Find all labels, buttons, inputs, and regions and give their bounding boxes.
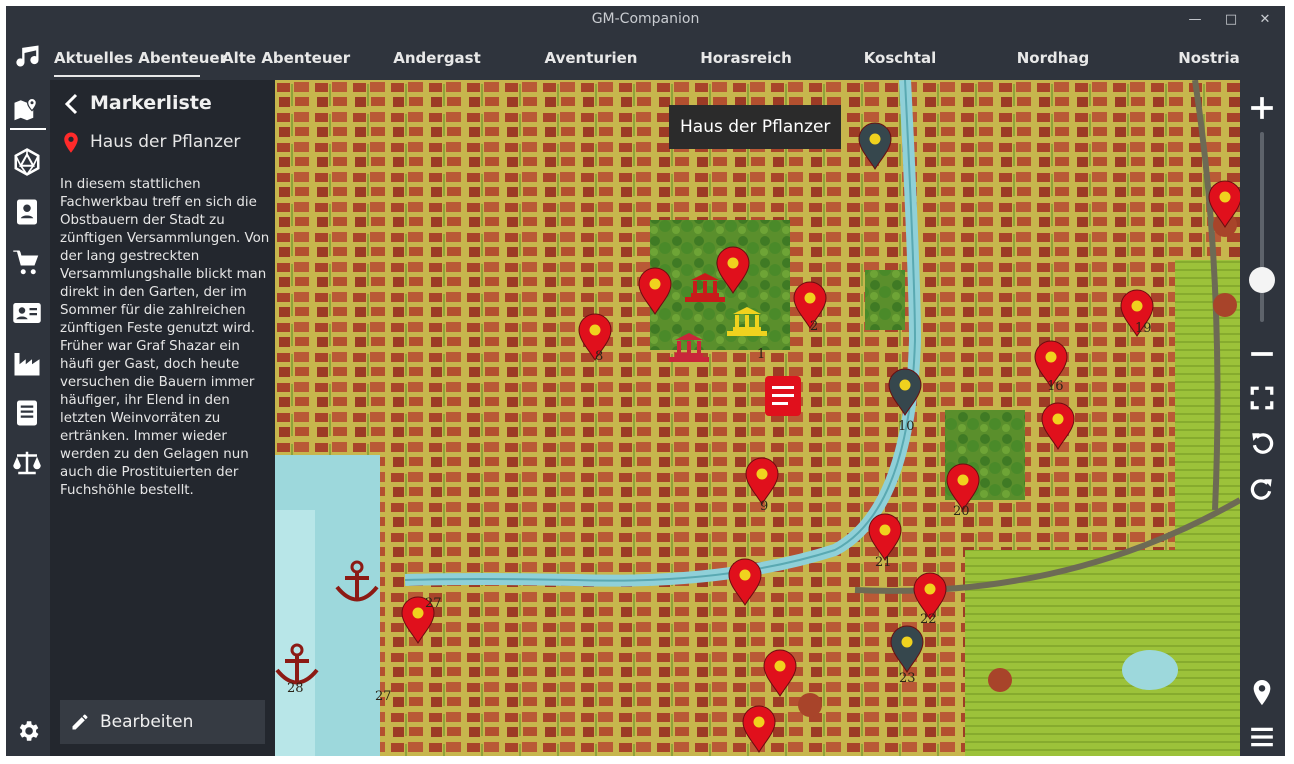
map-marker-dot <box>649 278 661 290</box>
map-marker-dot <box>957 474 969 486</box>
map-marker-dot <box>774 660 786 672</box>
town-map-image[interactable]: 8 2 19 16 10 9 20 21 22 23 27 27 28 1 <box>275 80 1240 756</box>
rotate-right-icon[interactable] <box>1249 476 1275 502</box>
tab-nostria[interactable]: Nostria <box>1174 33 1244 80</box>
map-label: 23 <box>899 671 916 686</box>
map-marker-dot <box>412 607 424 619</box>
tool-sidebar <box>6 80 50 756</box>
campaign-tab-bar: Aktuelles Abenteuer Alte Abenteuer Ander… <box>6 33 1285 80</box>
zoom-slider-track[interactable] <box>1260 132 1264 322</box>
document-marker[interactable] <box>765 376 801 416</box>
tab-horasreich[interactable]: Horasreich <box>696 33 796 80</box>
add-marker-icon[interactable] <box>1249 680 1275 706</box>
map-label: 8 <box>595 349 603 364</box>
map-label: 21 <box>875 555 892 570</box>
active-tool-indicator <box>10 128 46 130</box>
app-window: GM-Companion — □ ✕ Aktuelles Abenteuer A… <box>6 6 1285 756</box>
music-icon[interactable] <box>14 42 42 70</box>
map-label: 2 <box>810 319 818 334</box>
map-marker-dot <box>753 716 765 728</box>
tab-koschtal[interactable]: Koschtal <box>858 33 942 80</box>
map-marker-dot <box>1052 413 1064 425</box>
map-label: 27 <box>425 596 442 611</box>
contact-card-icon[interactable] <box>12 298 42 328</box>
marker-list-title: Markerliste <box>90 92 212 114</box>
map-marker-dot <box>924 583 936 595</box>
map-marker-dot <box>756 468 768 480</box>
selected-marker-name[interactable]: Haus der Pflanzer <box>90 132 240 152</box>
map-marker-dot <box>901 636 913 648</box>
map-marker-dot <box>899 379 911 391</box>
shop-icon[interactable] <box>12 248 42 278</box>
book-icon[interactable] <box>12 398 42 428</box>
tab-andergast[interactable]: Andergast <box>388 33 486 80</box>
map-marker-dot <box>589 324 601 336</box>
tab-aventurien[interactable]: Aventurien <box>540 33 642 80</box>
map-view[interactable]: 8 2 19 16 10 9 20 21 22 23 27 27 28 1 Ha… <box>275 80 1240 756</box>
tab-alte-abenteuer[interactable]: Alte Abenteuer <box>222 33 350 80</box>
map-label: 22 <box>920 612 937 627</box>
close-button[interactable]: ✕ <box>1250 6 1280 33</box>
map-label: 9 <box>760 499 768 514</box>
map-label: 27 <box>375 689 392 704</box>
map-pin-icon <box>64 132 78 153</box>
minimize-button[interactable]: — <box>1180 6 1210 33</box>
edit-button-label: Bearbeiten <box>100 712 194 732</box>
menu-icon[interactable] <box>1249 724 1275 750</box>
back-arrow-icon[interactable] <box>60 90 84 118</box>
zoom-out-icon[interactable] <box>1249 341 1275 367</box>
map-label: 16 <box>1047 379 1064 394</box>
window-title: GM-Companion <box>591 11 700 27</box>
zoom-slider-handle[interactable] <box>1249 267 1275 293</box>
map-icon[interactable] <box>12 94 42 124</box>
map-marker-dot <box>1131 300 1143 312</box>
fit-screen-icon[interactable] <box>1249 385 1275 411</box>
title-bar: GM-Companion — □ ✕ <box>6 6 1285 33</box>
map-marker-dot <box>1045 351 1057 363</box>
map-label: 10 <box>898 419 915 434</box>
map-marker-dot <box>879 524 891 536</box>
marker-panel: Markerliste Haus der Pflanzer In diesem … <box>50 80 275 756</box>
character-icon[interactable] <box>12 197 42 227</box>
zoom-in-icon[interactable] <box>1249 95 1275 121</box>
dice-icon[interactable] <box>12 147 42 177</box>
map-label: 20 <box>953 504 970 519</box>
map-marker-dot <box>1219 191 1231 203</box>
edit-button[interactable]: Bearbeiten <box>60 700 265 744</box>
pencil-icon <box>72 714 88 730</box>
map-marker-dot <box>804 292 816 304</box>
map-marker-dot <box>869 133 881 145</box>
map-label: 1 <box>757 347 765 362</box>
map-controls <box>1240 80 1285 756</box>
marker-tooltip: Haus der Pflanzer <box>669 105 842 149</box>
rotate-left-icon[interactable] <box>1249 430 1275 456</box>
map-marker-dot <box>727 257 739 269</box>
tab-aktuelles-abenteuer[interactable]: Aktuelles Abenteuer <box>54 33 227 80</box>
maximize-button[interactable]: □ <box>1216 6 1246 33</box>
map-label: 19 <box>1135 321 1152 336</box>
settings-icon[interactable] <box>15 718 41 744</box>
balance-scale-icon[interactable] <box>12 448 42 478</box>
map-label: 28 <box>287 681 304 696</box>
factory-icon[interactable] <box>12 348 42 378</box>
marker-description: In diesem stattlichen Fachwerkbau treff … <box>60 177 270 498</box>
tab-nordhag[interactable]: Nordhag <box>1012 33 1094 80</box>
map-marker-dot <box>739 569 751 581</box>
